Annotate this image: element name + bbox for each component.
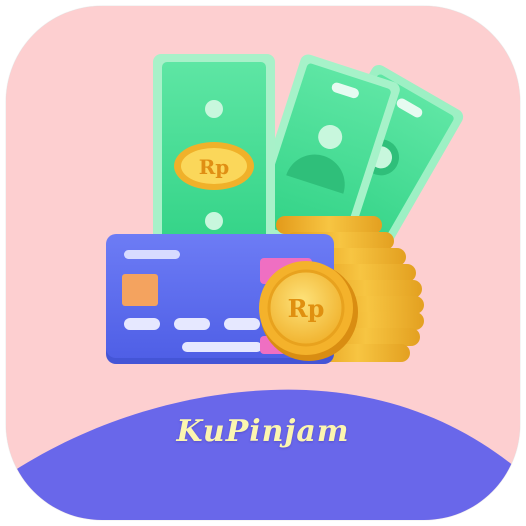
app-icon[interactable]: Rp Rp KuPinjam	[6, 6, 520, 520]
banknote-currency-label: Rp	[199, 155, 230, 179]
banknote-icon	[153, 54, 275, 254]
app-name: KuPinjam	[176, 414, 350, 449]
bottom-wave	[6, 389, 520, 520]
coin-currency-label: Rp	[288, 294, 325, 323]
